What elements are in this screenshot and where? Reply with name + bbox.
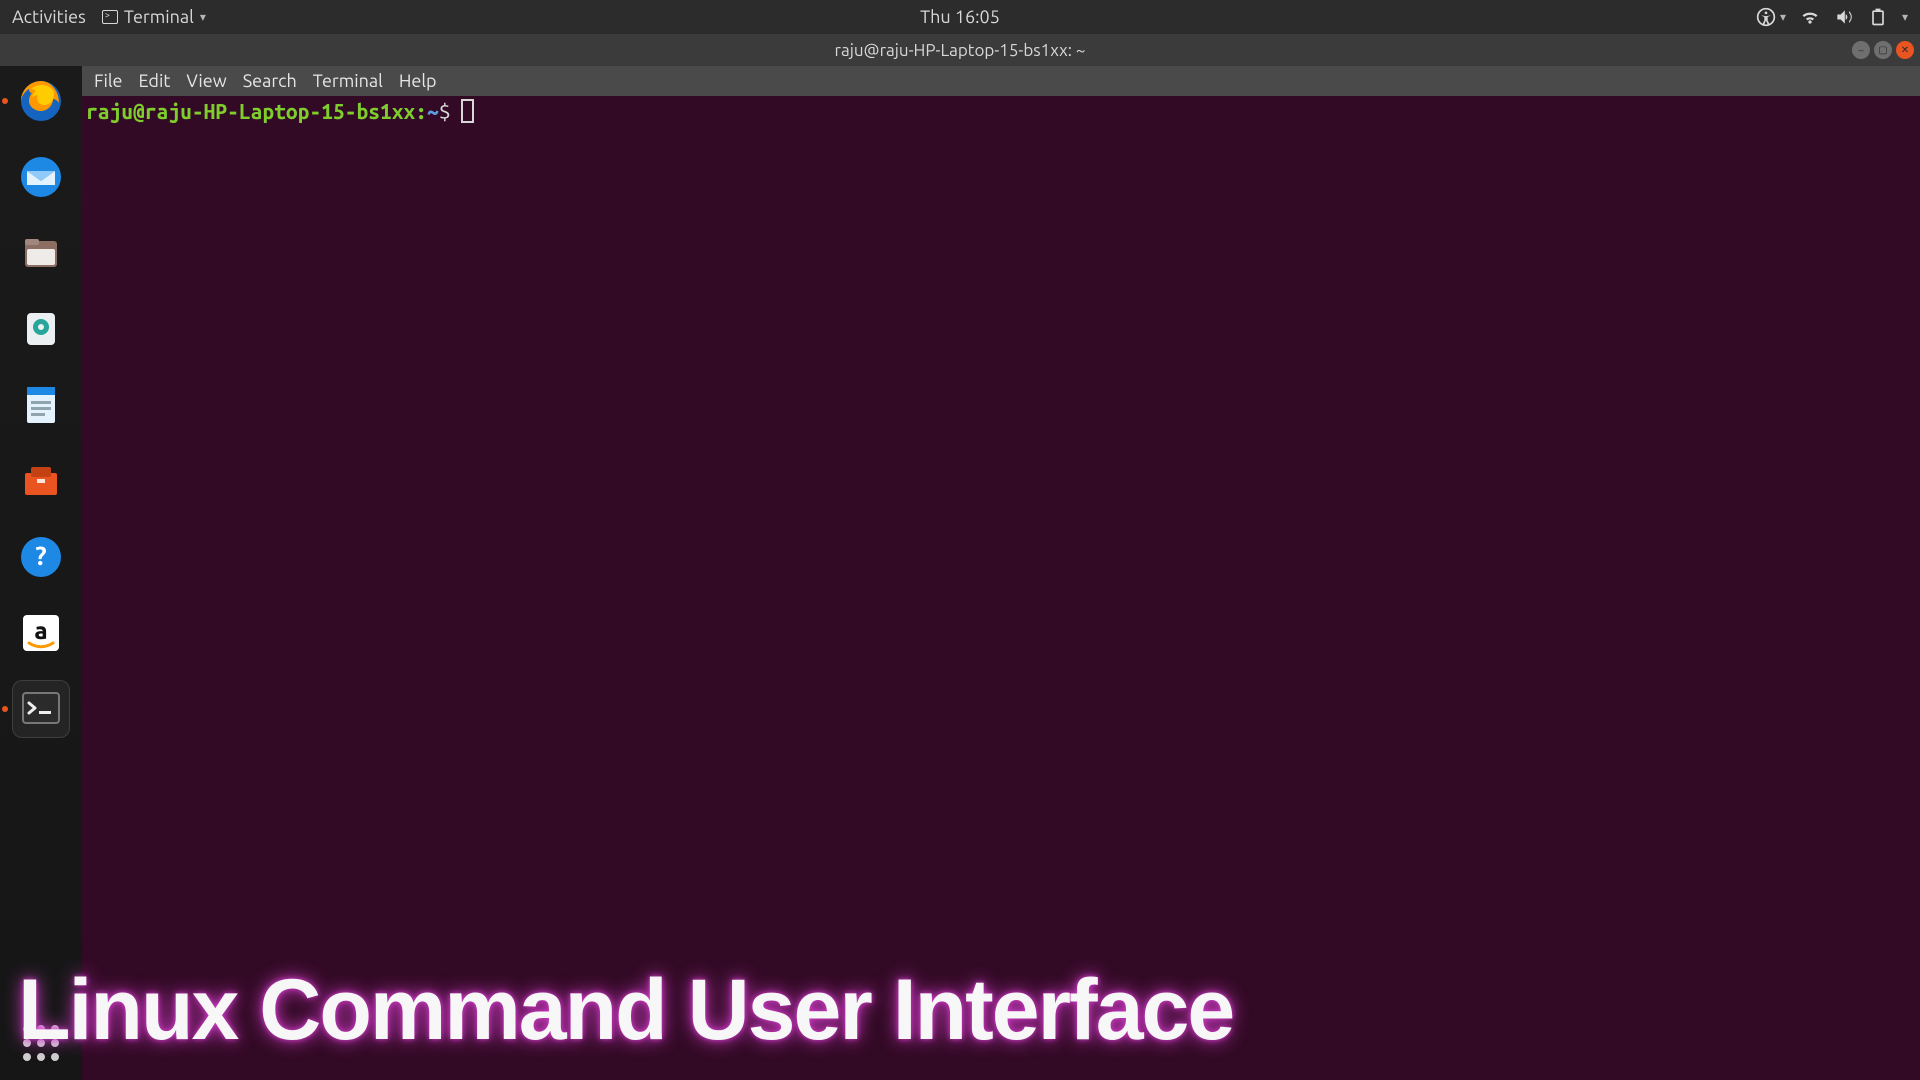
files-icon xyxy=(17,229,65,277)
dock-amazon[interactable]: a xyxy=(12,604,70,662)
writer-icon xyxy=(17,381,65,429)
menu-search[interactable]: Search xyxy=(243,71,297,91)
maximize-button[interactable]: ▢ xyxy=(1874,41,1892,59)
terminal-icon xyxy=(102,10,118,24)
menu-edit[interactable]: Edit xyxy=(139,71,171,91)
terminal-menu-bar: File Edit View Search Terminal Help xyxy=(82,66,1920,96)
chevron-down-icon: ▾ xyxy=(1780,10,1786,24)
system-menu-chevron-icon[interactable]: ▾ xyxy=(1902,10,1908,24)
dock: ? a xyxy=(0,66,82,1080)
accessibility-icon xyxy=(1756,7,1776,27)
grid-icon xyxy=(23,1025,59,1061)
dock-help[interactable]: ? xyxy=(12,528,70,586)
battery-icon[interactable] xyxy=(1868,7,1888,27)
menu-file[interactable]: File xyxy=(94,71,123,91)
window-controls: – ▢ ✕ xyxy=(1852,41,1914,59)
terminal-cursor xyxy=(461,99,474,123)
gnome-top-panel: Activities Terminal ▾ Thu 16:05 ▾ ▾ xyxy=(0,0,1920,34)
dock-firefox[interactable] xyxy=(12,72,70,130)
volume-icon[interactable] xyxy=(1834,7,1854,27)
software-icon xyxy=(17,457,65,505)
terminal-window: File Edit View Search Terminal Help raju… xyxy=(82,66,1920,1080)
activities-button[interactable]: Activities xyxy=(12,7,86,27)
menu-terminal[interactable]: Terminal xyxy=(313,71,383,91)
app-menu-terminal[interactable]: Terminal ▾ xyxy=(102,7,206,27)
prompt-colon: : xyxy=(415,98,427,124)
terminal-viewport[interactable]: raju@raju-HP-Laptop-15-bs1xx:~$ xyxy=(82,96,1920,1080)
close-button[interactable]: ✕ xyxy=(1896,41,1914,59)
minimize-button[interactable]: – xyxy=(1852,41,1870,59)
dock-thunderbird[interactable] xyxy=(12,148,70,206)
menu-help[interactable]: Help xyxy=(399,71,437,91)
thunderbird-icon xyxy=(17,153,65,201)
dock-writer[interactable] xyxy=(12,376,70,434)
prompt-symbol: $ xyxy=(439,98,451,124)
chevron-down-icon: ▾ xyxy=(200,10,206,24)
amazon-icon: a xyxy=(17,609,65,657)
app-menu-label: Terminal xyxy=(124,7,194,27)
dock-software[interactable] xyxy=(12,452,70,510)
help-icon: ? xyxy=(17,533,65,581)
prompt-user-host: raju@raju-HP-Laptop-15-bs1xx xyxy=(86,98,415,124)
clock[interactable]: Thu 16:05 xyxy=(920,7,1000,27)
accessibility-menu[interactable]: ▾ xyxy=(1756,7,1786,27)
wifi-icon[interactable] xyxy=(1800,7,1820,27)
prompt-line: raju@raju-HP-Laptop-15-bs1xx:~$ xyxy=(86,98,1916,124)
menu-view[interactable]: View xyxy=(186,71,226,91)
window-title-bar[interactable]: raju@raju-HP-Laptop-15-bs1xx: ~ – ▢ ✕ xyxy=(0,34,1920,66)
svg-text:?: ? xyxy=(35,541,46,570)
svg-text:a: a xyxy=(34,617,47,644)
dock-terminal[interactable] xyxy=(12,680,70,738)
firefox-icon xyxy=(17,77,65,125)
prompt-path: ~ xyxy=(427,98,439,124)
dock-disks[interactable] xyxy=(12,300,70,358)
show-applications-button[interactable] xyxy=(18,1020,64,1066)
terminal-app-icon xyxy=(17,685,65,733)
disks-icon xyxy=(17,305,65,353)
dock-files[interactable] xyxy=(12,224,70,282)
window-title: raju@raju-HP-Laptop-15-bs1xx: ~ xyxy=(835,41,1086,60)
